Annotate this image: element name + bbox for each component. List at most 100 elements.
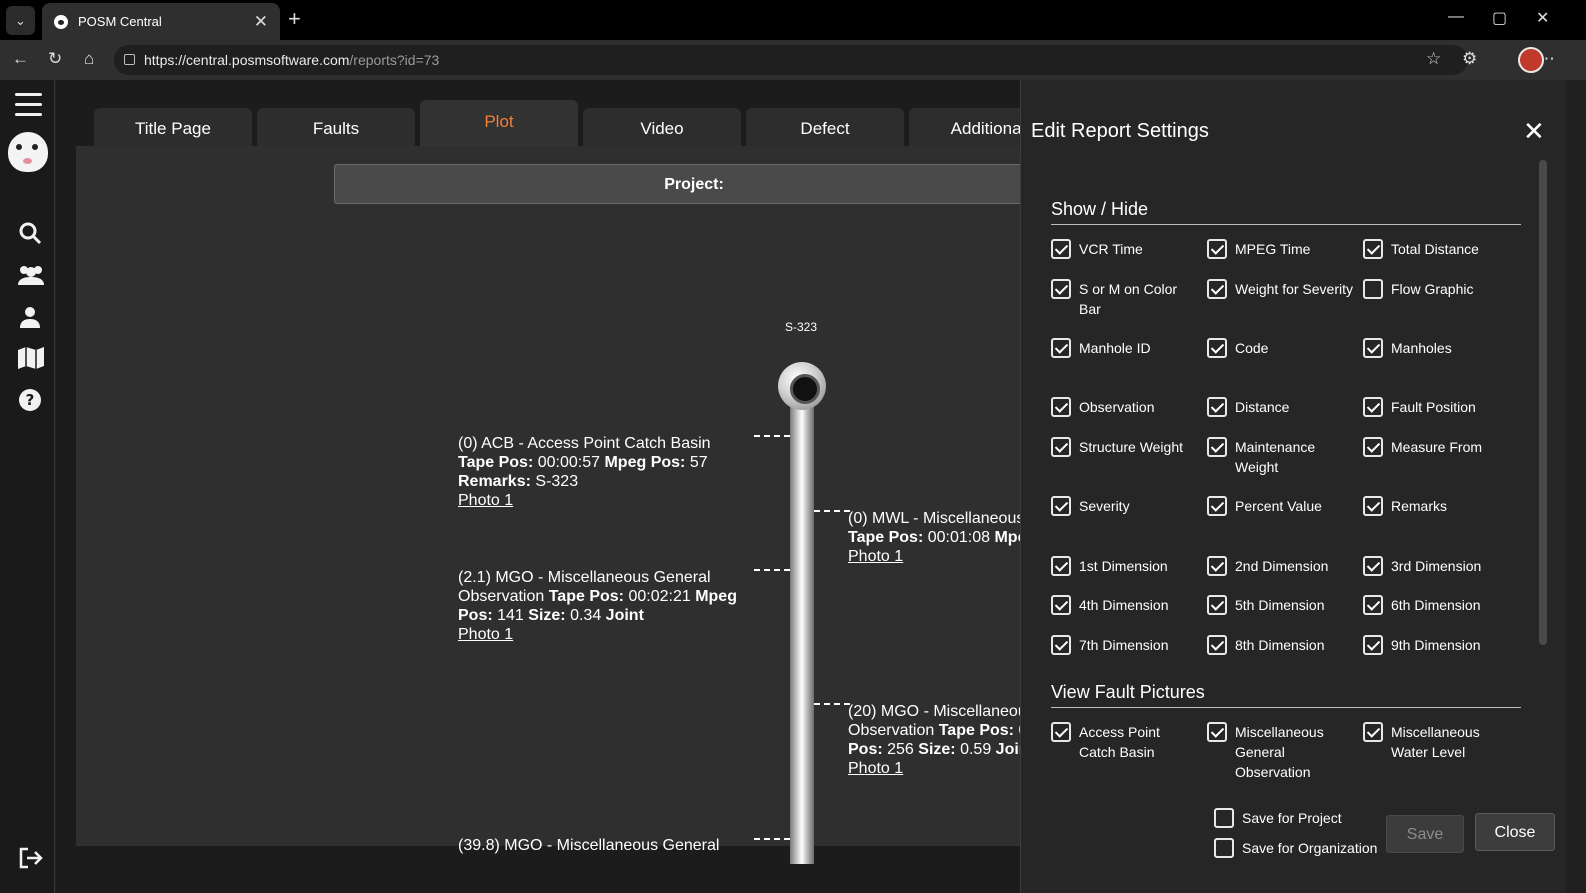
checkbox-box[interactable] bbox=[1207, 595, 1227, 615]
address-bar[interactable]: https://central.posmsoftware.com/reports… bbox=[114, 45, 1468, 75]
checkbox-s-or-m-on-color-bar[interactable]: S or M on Color Bar bbox=[1051, 279, 1197, 319]
checkbox-manhole-id[interactable]: Manhole ID bbox=[1051, 338, 1197, 358]
checkbox-maintenance-weight[interactable]: Maintenance Weight bbox=[1207, 437, 1353, 477]
logout-icon[interactable] bbox=[18, 846, 44, 870]
checkbox-box[interactable] bbox=[1207, 722, 1227, 742]
checkbox-distance[interactable]: Distance bbox=[1207, 397, 1353, 417]
favorite-star-icon[interactable]: ☆ bbox=[1426, 49, 1441, 69]
checkbox-box[interactable] bbox=[1051, 397, 1071, 417]
checkbox-flow-graphic[interactable]: Flow Graphic bbox=[1363, 279, 1509, 299]
checkbox-5th-dimension[interactable]: 5th Dimension bbox=[1207, 595, 1353, 615]
close-button[interactable]: Close bbox=[1475, 813, 1555, 851]
checkbox-box[interactable] bbox=[1214, 838, 1234, 858]
tab-actions-button[interactable]: ⌄ bbox=[6, 6, 35, 35]
checkbox-box[interactable] bbox=[1207, 556, 1227, 576]
checkbox-manholes[interactable]: Manholes bbox=[1363, 338, 1509, 358]
checkbox-severity[interactable]: Severity bbox=[1051, 496, 1197, 516]
checkbox-box[interactable] bbox=[1207, 279, 1227, 299]
checkbox-box[interactable] bbox=[1051, 635, 1071, 655]
checkbox-2nd-dimension[interactable]: 2nd Dimension bbox=[1207, 556, 1353, 576]
checkbox-miscellaneous-general-observation[interactable]: Miscellaneous General Observation bbox=[1207, 722, 1353, 782]
checkbox-box[interactable] bbox=[1051, 595, 1071, 615]
checkbox-box[interactable] bbox=[1207, 437, 1227, 457]
checkbox-box[interactable] bbox=[1207, 239, 1227, 259]
checkbox-access-point-catch-basin[interactable]: Access Point Catch Basin bbox=[1051, 722, 1197, 762]
profile-avatar[interactable] bbox=[1518, 47, 1544, 73]
tab-plot[interactable]: Plot bbox=[420, 100, 578, 148]
checkbox-miscellaneous-water-level[interactable]: Miscellaneous Water Level bbox=[1363, 722, 1509, 762]
checkbox-box[interactable] bbox=[1363, 437, 1383, 457]
minimize-icon[interactable]: — bbox=[1448, 8, 1464, 26]
checkbox-box[interactable] bbox=[1214, 808, 1234, 828]
svg-text:?: ? bbox=[26, 391, 35, 409]
checkbox-box[interactable] bbox=[1363, 239, 1383, 259]
photo-link[interactable]: Photo 1 bbox=[458, 491, 748, 510]
reload-icon[interactable]: ↻ bbox=[48, 49, 62, 69]
help-icon[interactable]: ? bbox=[18, 388, 42, 412]
photo-link[interactable]: Photo 1 bbox=[848, 547, 1022, 566]
save-button[interactable]: Save bbox=[1386, 815, 1464, 853]
checkbox-total-distance[interactable]: Total Distance bbox=[1363, 239, 1509, 259]
new-tab-icon[interactable]: + bbox=[288, 6, 301, 32]
panel-scrollbar[interactable] bbox=[1539, 160, 1547, 645]
checkbox-fault-position[interactable]: Fault Position bbox=[1363, 397, 1509, 417]
checkbox-box[interactable] bbox=[1363, 556, 1383, 576]
hamburger-menu-icon[interactable] bbox=[15, 93, 42, 116]
checkbox-box[interactable] bbox=[1207, 635, 1227, 655]
checkbox-7th-dimension[interactable]: 7th Dimension bbox=[1051, 635, 1197, 655]
save-for-project-checkbox[interactable]: Save for Project bbox=[1214, 808, 1342, 828]
checkbox-box[interactable] bbox=[1207, 397, 1227, 417]
tab-title-page[interactable]: Title Page bbox=[94, 108, 252, 148]
home-icon[interactable]: ⌂ bbox=[84, 49, 94, 69]
checkbox-box[interactable] bbox=[1051, 556, 1071, 576]
map-icon[interactable] bbox=[17, 346, 45, 370]
checkbox-weight-for-severity[interactable]: Weight for Severity bbox=[1207, 279, 1353, 299]
checkbox-box[interactable] bbox=[1363, 397, 1383, 417]
browser-tab[interactable]: POSM Central ✕ bbox=[42, 3, 280, 40]
checkbox-9th-dimension[interactable]: 9th Dimension bbox=[1363, 635, 1509, 655]
save-for-organization-checkbox[interactable]: Save for Organization bbox=[1214, 838, 1377, 858]
maximize-icon[interactable]: ▢ bbox=[1492, 8, 1507, 28]
checkbox-remarks[interactable]: Remarks bbox=[1363, 496, 1509, 516]
checkbox-box[interactable] bbox=[1207, 496, 1227, 516]
checkbox-code[interactable]: Code bbox=[1207, 338, 1353, 358]
window-close-icon[interactable]: ✕ bbox=[1536, 8, 1549, 28]
checkbox-4th-dimension[interactable]: 4th Dimension bbox=[1051, 595, 1197, 615]
checkbox-box[interactable] bbox=[1363, 279, 1383, 299]
checkbox-box[interactable] bbox=[1363, 722, 1383, 742]
tab-additional[interactable]: Additional bbox=[909, 108, 1022, 148]
checkbox-8th-dimension[interactable]: 8th Dimension bbox=[1207, 635, 1353, 655]
close-icon[interactable]: ✕ bbox=[1523, 116, 1545, 147]
checkbox-vcr-time[interactable]: VCR Time bbox=[1051, 239, 1197, 259]
checkbox-1st-dimension[interactable]: 1st Dimension bbox=[1051, 556, 1197, 576]
checkbox-3rd-dimension[interactable]: 3rd Dimension bbox=[1363, 556, 1509, 576]
checkbox-box[interactable] bbox=[1363, 595, 1383, 615]
checkbox-observation[interactable]: Observation bbox=[1051, 397, 1197, 417]
checkbox-6th-dimension[interactable]: 6th Dimension bbox=[1363, 595, 1509, 615]
checkbox-measure-from[interactable]: Measure From bbox=[1363, 437, 1509, 457]
user-icon[interactable] bbox=[18, 304, 42, 330]
back-icon[interactable]: ← bbox=[12, 49, 29, 69]
checkbox-mpeg-time[interactable]: MPEG Time bbox=[1207, 239, 1353, 259]
checkbox-box[interactable] bbox=[1051, 437, 1071, 457]
tab-faults[interactable]: Faults bbox=[257, 108, 415, 148]
close-tab-icon[interactable]: ✕ bbox=[254, 12, 268, 32]
checkbox-box[interactable] bbox=[1051, 722, 1071, 742]
checkbox-structure-weight[interactable]: Structure Weight bbox=[1051, 437, 1197, 457]
checkbox-box[interactable] bbox=[1363, 635, 1383, 655]
checkbox-box[interactable] bbox=[1051, 239, 1071, 259]
extensions-icon[interactable]: ⚙ bbox=[1462, 49, 1477, 69]
checkbox-box[interactable] bbox=[1051, 338, 1071, 358]
checkbox-box[interactable] bbox=[1051, 496, 1071, 516]
checkbox-box[interactable] bbox=[1363, 338, 1383, 358]
photo-link[interactable]: Photo 1 bbox=[458, 625, 748, 644]
checkbox-box[interactable] bbox=[1051, 279, 1071, 299]
tab-video[interactable]: Video bbox=[583, 108, 741, 148]
checkbox-percent-value[interactable]: Percent Value bbox=[1207, 496, 1353, 516]
checkbox-box[interactable] bbox=[1207, 338, 1227, 358]
users-icon[interactable] bbox=[16, 262, 46, 288]
search-icon[interactable] bbox=[18, 220, 42, 246]
photo-link[interactable]: Photo 1 bbox=[848, 759, 1022, 778]
tab-defect[interactable]: Defect bbox=[746, 108, 904, 148]
checkbox-box[interactable] bbox=[1363, 496, 1383, 516]
